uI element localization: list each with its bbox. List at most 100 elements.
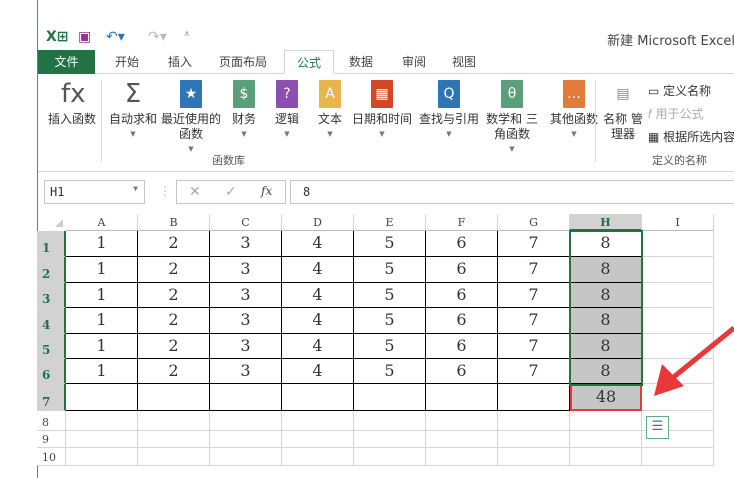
cell-E4[interactable]: 5 [354, 308, 426, 334]
cell-H9[interactable] [570, 431, 642, 448]
cell-C10[interactable] [210, 448, 282, 466]
cell-D9[interactable] [282, 431, 354, 448]
cell-H1[interactable]: 8 [570, 231, 642, 257]
cell-B7[interactable] [138, 384, 210, 411]
cell-I3[interactable] [642, 283, 714, 308]
cell-H5[interactable]: 8 [570, 334, 642, 359]
row-header-4[interactable]: 4 [37, 308, 66, 334]
cell-F3[interactable]: 6 [426, 283, 498, 308]
cell-A6[interactable]: 1 [66, 359, 138, 384]
cell-G10[interactable] [498, 448, 570, 466]
column-header-B[interactable]: B [138, 214, 210, 231]
formula-input[interactable]: 8 [290, 180, 734, 204]
cell-D1[interactable]: 4 [282, 231, 354, 257]
tab-6[interactable]: 审阅 [393, 50, 435, 74]
cell-G3[interactable]: 7 [498, 283, 570, 308]
cell-G7[interactable] [498, 384, 570, 411]
ribbon-button-9[interactable]: … 其他函数 ▼ [546, 80, 602, 142]
column-header-E[interactable]: E [354, 214, 426, 231]
cell-H7[interactable]: 48 [570, 384, 642, 411]
cell-D7[interactable] [282, 384, 354, 411]
cell-D4[interactable]: 4 [282, 308, 354, 334]
cell-C1[interactable]: 3 [210, 231, 282, 257]
cell-C2[interactable]: 3 [210, 257, 282, 283]
ribbon-button-8[interactable]: θ 数学和 三角函数 ▼ [481, 80, 543, 157]
create-from-selection-button[interactable]: ▦ 根据所选内容 [648, 128, 734, 145]
chevron-down-icon[interactable]: ▼ [133, 184, 138, 193]
cell-I2[interactable] [642, 257, 714, 283]
column-header-G[interactable]: G [498, 214, 570, 231]
cell-F10[interactable] [426, 448, 498, 466]
row-header-9[interactable]: 9 [37, 431, 66, 448]
define-name-button[interactable]: ▭ 定义名称 [648, 82, 711, 99]
cell-H3[interactable]: 8 [570, 283, 642, 308]
cell-G1[interactable]: 7 [498, 231, 570, 257]
cell-G6[interactable]: 7 [498, 359, 570, 384]
cell-C6[interactable]: 3 [210, 359, 282, 384]
cell-E3[interactable]: 5 [354, 283, 426, 308]
cell-C4[interactable]: 3 [210, 308, 282, 334]
cell-F9[interactable] [426, 431, 498, 448]
cell-B8[interactable] [138, 411, 210, 431]
cell-F1[interactable]: 6 [426, 231, 498, 257]
cell-F7[interactable] [426, 384, 498, 411]
select-all-button[interactable] [55, 219, 63, 227]
cell-F4[interactable]: 6 [426, 308, 498, 334]
cell-H10[interactable] [570, 448, 642, 466]
tab-2[interactable]: 插入 [160, 50, 200, 74]
cell-A10[interactable] [66, 448, 138, 466]
cell-B2[interactable]: 2 [138, 257, 210, 283]
cell-B10[interactable] [138, 448, 210, 466]
tab-0[interactable]: 文件 [38, 50, 95, 74]
cell-E9[interactable] [354, 431, 426, 448]
ribbon-button-3[interactable]: $ 财务 ▼ [227, 80, 261, 142]
cell-A2[interactable]: 1 [66, 257, 138, 283]
cell-B4[interactable]: 2 [138, 308, 210, 334]
row-header-6[interactable]: 6 [37, 359, 66, 384]
cell-C9[interactable] [210, 431, 282, 448]
ribbon-button-4[interactable]: ? 逻辑 ▼ [263, 80, 311, 142]
ribbon-button-1[interactable]: Σ 自动求和 ▼ [107, 80, 159, 142]
cell-G9[interactable] [498, 431, 570, 448]
ribbon-button-5[interactable]: A 文本 ▼ [313, 80, 347, 142]
cell-I1[interactable] [642, 231, 714, 257]
cell-E5[interactable]: 5 [354, 334, 426, 359]
cell-F6[interactable]: 6 [426, 359, 498, 384]
cell-E2[interactable]: 5 [354, 257, 426, 283]
ribbon-button-10[interactable]: ▤ 名称 管理器 [601, 80, 645, 142]
ribbon-button-0[interactable]: fx 插入函数 [41, 80, 103, 127]
cell-A1[interactable]: 1 [66, 231, 138, 257]
cell-D5[interactable]: 4 [282, 334, 354, 359]
row-header-1[interactable]: 1 [37, 231, 66, 257]
cell-F8[interactable] [426, 411, 498, 431]
cell-E7[interactable] [354, 384, 426, 411]
ribbon-button-6[interactable]: ▦ 日期和时间 ▼ [347, 80, 417, 142]
cell-D6[interactable]: 4 [282, 359, 354, 384]
tab-1[interactable]: 开始 [102, 50, 152, 74]
customize-toolbar-icon[interactable]: ⩡ [184, 29, 190, 40]
cell-D2[interactable]: 4 [282, 257, 354, 283]
cell-A4[interactable]: 1 [66, 308, 138, 334]
cell-F2[interactable]: 6 [426, 257, 498, 283]
undo-icon[interactable]: ↶▾ [106, 29, 125, 45]
cell-H2[interactable]: 8 [570, 257, 642, 283]
cell-A5[interactable]: 1 [66, 334, 138, 359]
quick-analysis-icon[interactable]: ☰ [646, 416, 669, 439]
row-header-7[interactable]: 7 [37, 384, 66, 411]
cell-A3[interactable]: 1 [66, 283, 138, 308]
cell-H4[interactable]: 8 [570, 308, 642, 334]
tab-3[interactable]: 页面布局 [210, 50, 276, 74]
row-header-3[interactable]: 3 [37, 283, 66, 308]
cell-G2[interactable]: 7 [498, 257, 570, 283]
save-icon[interactable]: ▣ [78, 29, 91, 45]
cancel-icon[interactable]: ✕ [189, 184, 201, 200]
row-header-8[interactable]: 8 [37, 411, 66, 431]
cell-B9[interactable] [138, 431, 210, 448]
cell-F5[interactable]: 6 [426, 334, 498, 359]
cell-I10[interactable] [642, 448, 714, 466]
cell-G5[interactable]: 7 [498, 334, 570, 359]
cell-B3[interactable]: 2 [138, 283, 210, 308]
row-header-10[interactable]: 10 [37, 448, 66, 466]
column-header-H[interactable]: H [570, 214, 642, 231]
redo-icon[interactable]: ↷▾ [148, 29, 167, 45]
